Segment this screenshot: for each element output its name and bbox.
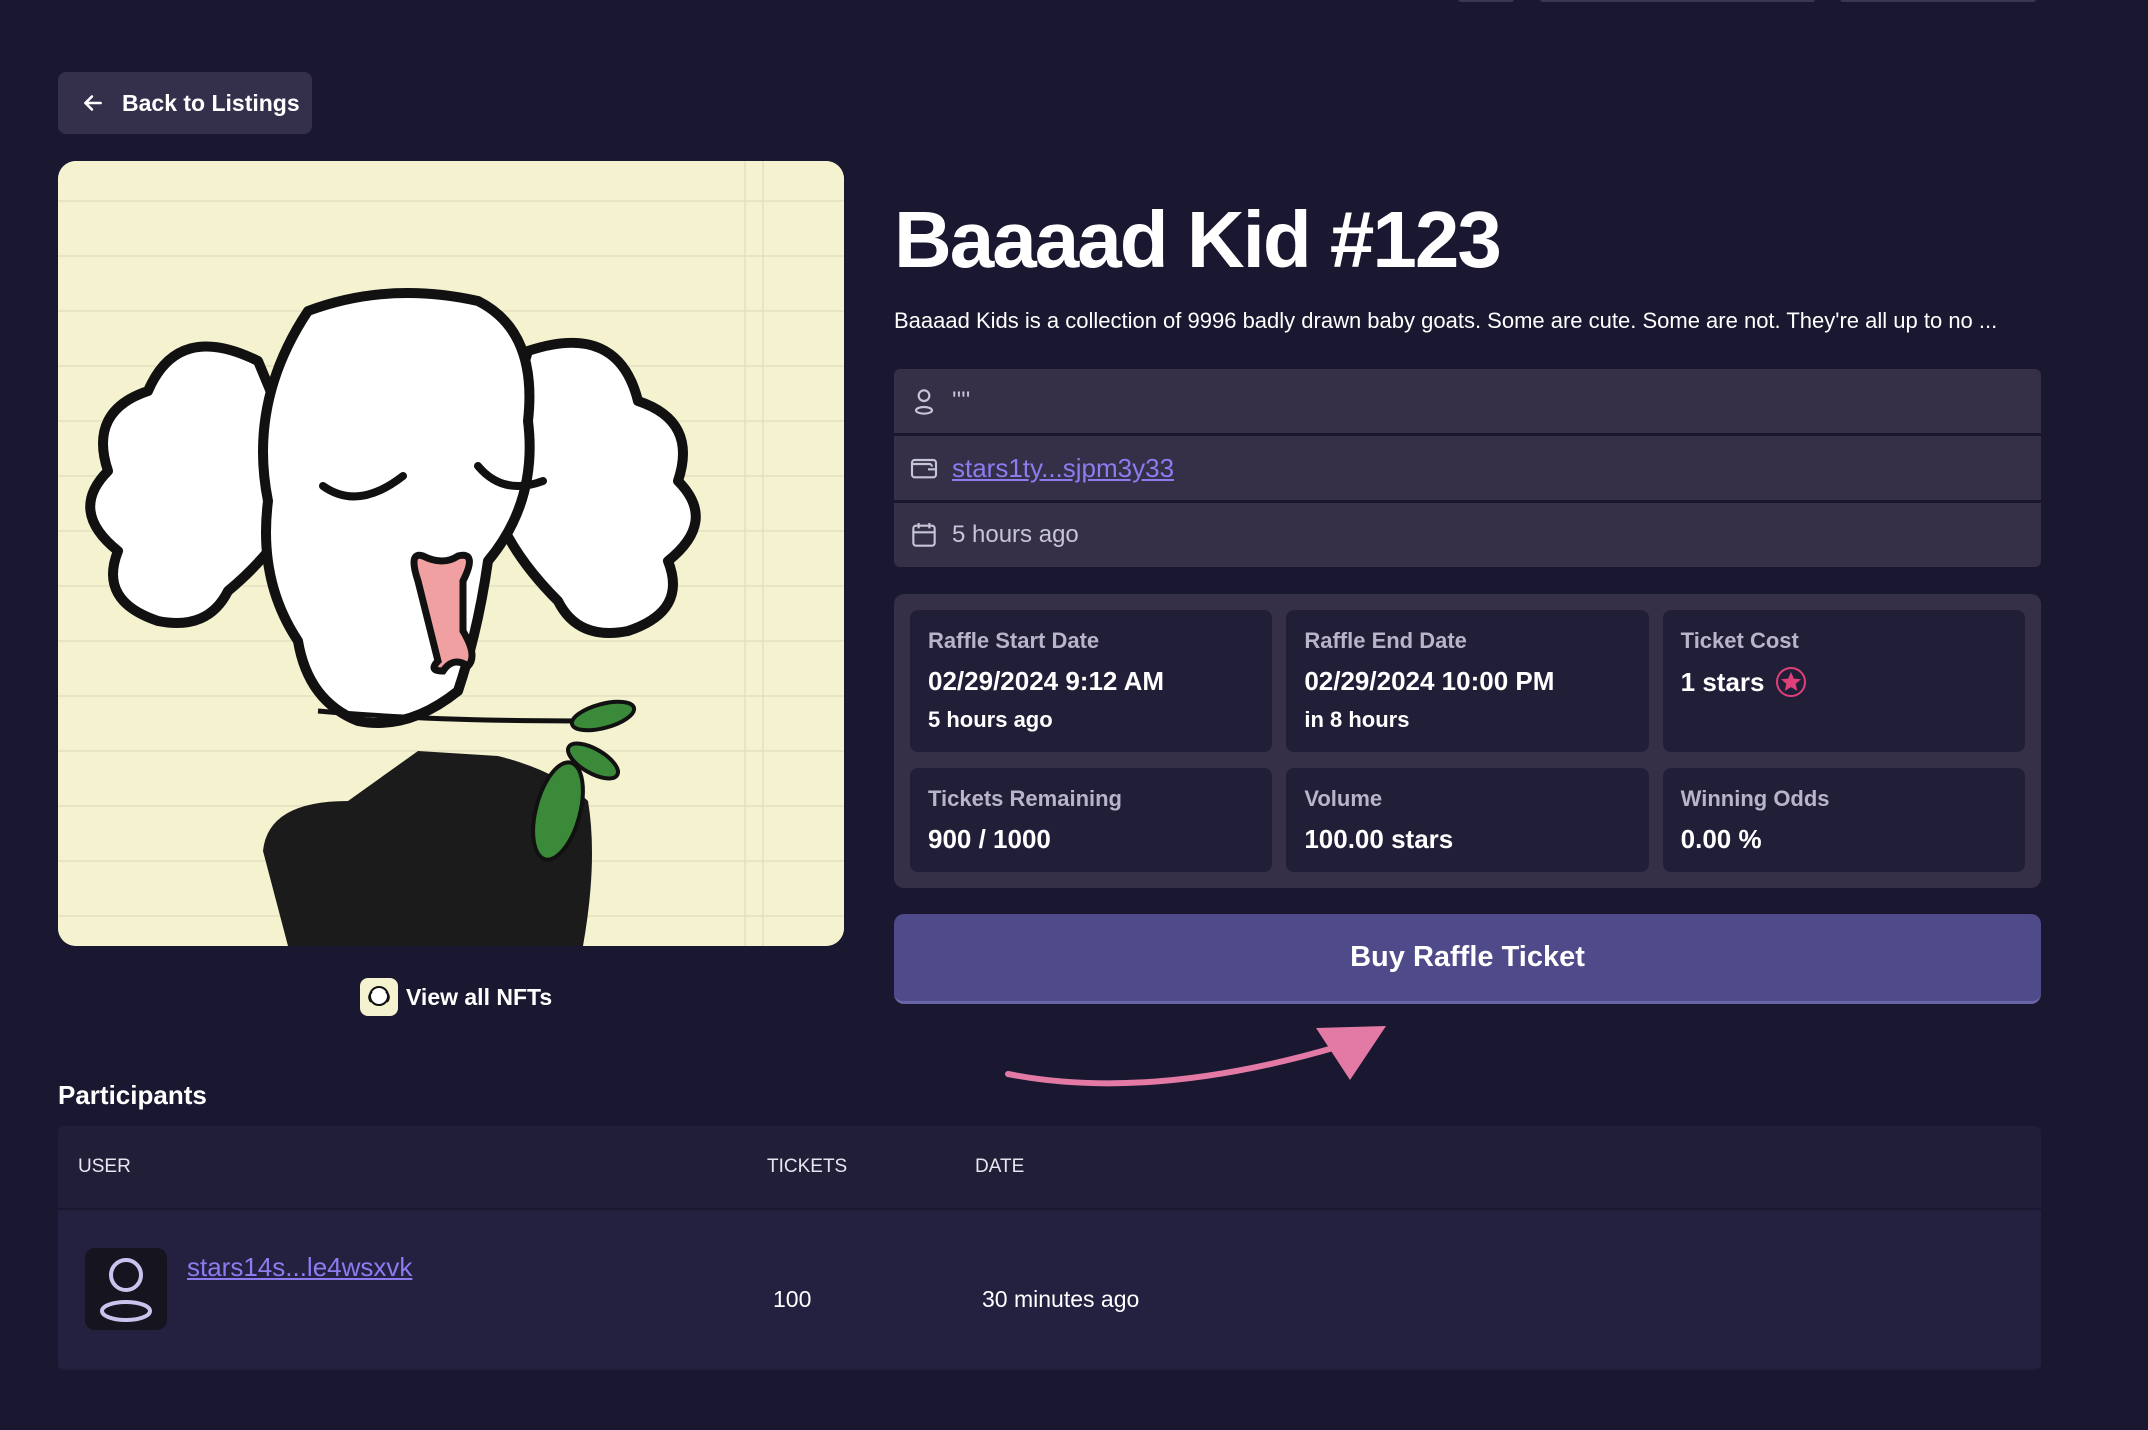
stat-sub: in 8 hours (1304, 707, 1410, 732)
stat-label: Ticket Cost (1680, 628, 1799, 653)
raffle-stats: Raffle Start Date 02/29/2024 9:12 AM 5 h… (894, 594, 2041, 888)
buy-raffle-ticket-button[interactable]: Buy Raffle Ticket (894, 914, 2041, 1004)
view-all-label: View all NFTs (406, 983, 553, 1010)
owner-name: '''' (952, 387, 971, 414)
column-header-user: USER (78, 1156, 131, 1177)
ticket-cost-card: Ticket Cost 1 stars (1662, 610, 2025, 752)
raffle-page: Back to Listings View all NFTs Baaaad Ki… (0, 0, 2148, 1430)
stat-value: 900 / 1000 (928, 824, 1051, 854)
ticket-cost-value: 1 stars (1681, 666, 2007, 698)
participants-table: USER TICKETS DATE stars14s...le4wsxvk 10… (58, 1126, 2041, 1370)
nav-fragment[interactable] (1840, 0, 2036, 2)
nav-fragment[interactable] (1540, 0, 1815, 2)
stat-value: 0.00 % (1680, 824, 1762, 854)
raffle-end-card: Raffle End Date 02/29/2024 10:00 PM in 8… (1286, 610, 1649, 752)
winning-odds-card: Winning Odds 0.00 % (1662, 768, 2025, 872)
raffle-start-card: Raffle Start Date 02/29/2024 9:12 AM 5 h… (910, 610, 1273, 752)
column-header-tickets: TICKETS (767, 1156, 848, 1177)
arrow-left-icon (84, 95, 102, 111)
stat-value: 100.00 stars (1304, 824, 1454, 854)
view-all-nfts-link[interactable]: View all NFTs (360, 978, 552, 1016)
stat-sub: 5 hours ago (928, 707, 1053, 732)
stat-label: Tickets Remaining (928, 786, 1122, 811)
stat-label: Volume (1304, 786, 1383, 811)
stat-label: Winning Odds (1680, 786, 1830, 811)
participant-tickets: 100 (773, 1286, 812, 1312)
wallet-icon (910, 458, 938, 479)
participant-date: 30 minutes ago (982, 1286, 1140, 1312)
stat-value: 02/29/2024 9:12 AM (928, 666, 1165, 696)
wallet-row: stars1ty...sjpm3y33 (894, 436, 2041, 500)
stat-label: Raffle Start Date (928, 628, 1100, 653)
stat-label: Raffle End Date (1304, 628, 1467, 653)
column-header-date: DATE (975, 1156, 1025, 1177)
volume-card: Volume 100.00 stars (1286, 768, 1649, 872)
nft-title: Baaaad Kid #123 (894, 195, 1502, 284)
participant-user-link[interactable]: stars14s...le4wsxvk (187, 1252, 412, 1283)
back-to-listings-button[interactable]: Back to Listings (58, 72, 312, 134)
user-icon (914, 389, 934, 415)
calendar-icon (912, 523, 936, 547)
table-row: stars14s...le4wsxvk 100 30 minutes ago (58, 1210, 2041, 1368)
tickets-remaining-card: Tickets Remaining 900 / 1000 (910, 768, 1273, 872)
back-button-label: Back to Listings (122, 89, 300, 116)
stars-token-icon (1775, 667, 1806, 697)
avatar (85, 1248, 167, 1330)
stat-value: 1 stars (1680, 666, 1765, 697)
table-header: USER TICKETS DATE (58, 1126, 2041, 1210)
owner-wallet-link[interactable]: stars1ty...sjpm3y33 (952, 453, 1174, 484)
nft-image (58, 161, 844, 946)
nav-fragment[interactable] (1458, 0, 1514, 2)
owner-name-row: '''' (894, 369, 2041, 433)
stat-value: 02/29/2024 10:00 PM (1304, 666, 1555, 696)
collection-thumbnail (360, 978, 398, 1016)
user-icon (100, 1258, 152, 1322)
listed-time: 5 hours ago (952, 521, 1079, 548)
listed-time-row: 5 hours ago (894, 503, 2041, 567)
participants-heading: Participants (58, 1080, 207, 1110)
nft-description: Baaaad Kids is a collection of 9996 badl… (894, 308, 1998, 333)
owner-info: '''' stars1ty...sjpm3y33 5 hours ago (894, 369, 2041, 567)
pointer-arrow-icon (1005, 1026, 1386, 1087)
